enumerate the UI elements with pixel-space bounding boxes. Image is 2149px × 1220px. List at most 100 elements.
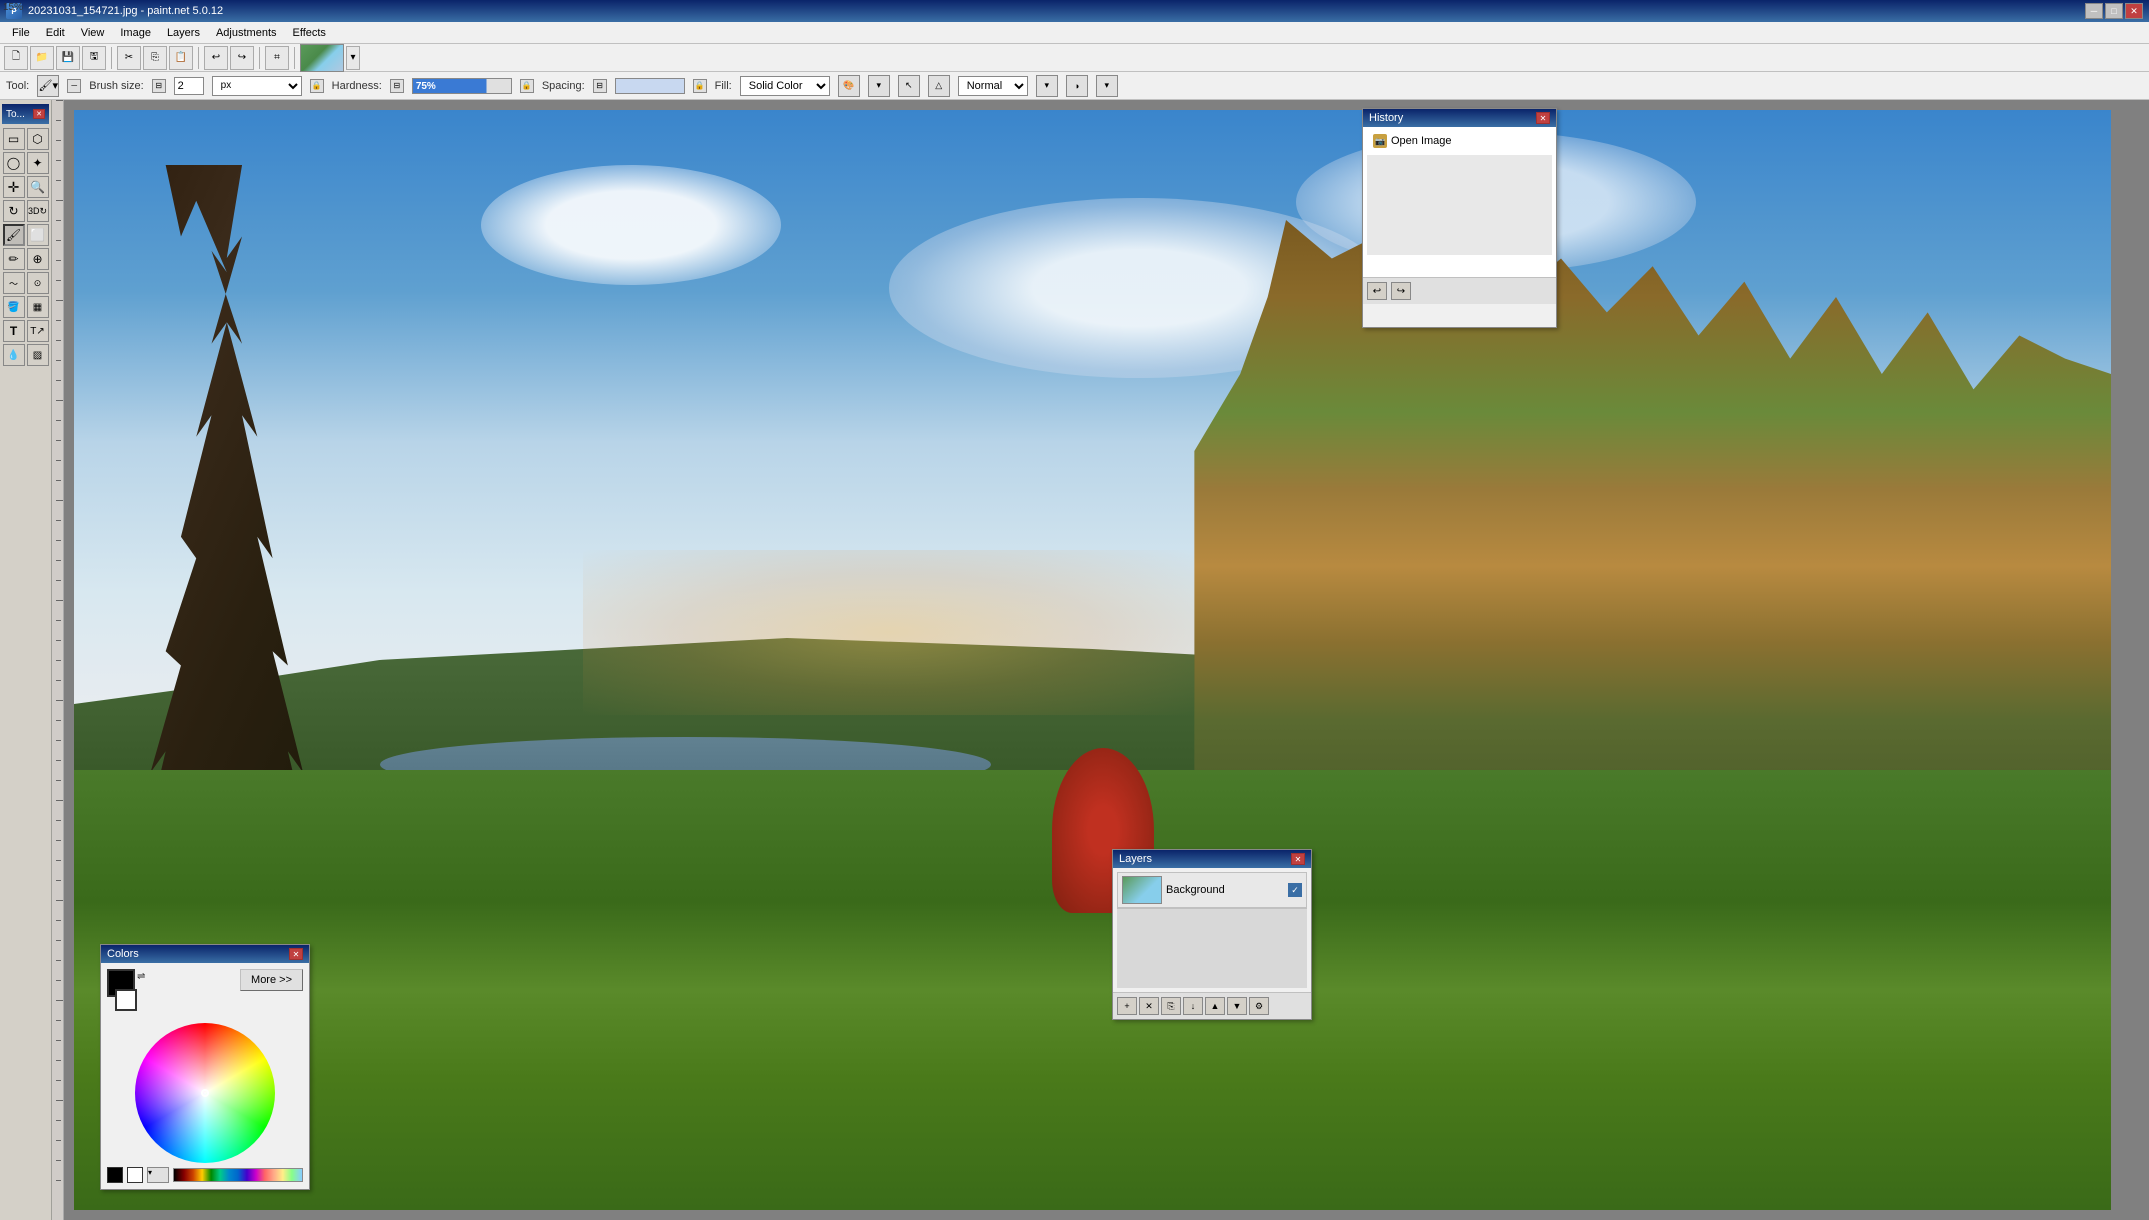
tool-move[interactable]: ✛ [3,176,25,198]
menu-adjustments[interactable]: Adjustments [208,25,285,41]
tool-text[interactable]: T [3,320,25,342]
tool-blur[interactable]: ⊙ [27,272,49,294]
canvas-area[interactable]: Colors ✕ ⇌ More >> [52,100,2149,1220]
layer-duplicate-button[interactable]: ⎘ [1161,997,1181,1015]
brush-size-input[interactable] [174,77,204,95]
tool-row-2: ◯ ✦ [3,152,49,174]
hardness-lock[interactable]: 🔒 [520,79,534,93]
brush-size-select[interactable]: px [212,76,302,96]
layer-merge-button[interactable]: ↓ [1183,997,1203,1015]
paste-button[interactable]: 📋 [169,46,193,70]
history-panel-title: History [1369,112,1403,124]
color-gradient-bar[interactable] [173,1168,303,1182]
tool-smudge[interactable]: 〜 [3,272,25,294]
fill-dropdown[interactable]: Solid Color No Fill Gradient [740,76,830,96]
copy-button[interactable]: ⎘ [143,46,167,70]
opacity-dropdown[interactable]: ▾ [1096,75,1118,97]
layer-item-background[interactable]: Background ✓ [1117,872,1307,908]
swap-colors-button[interactable]: ⇌ [137,971,145,982]
layers-panel-title: Layers [1119,853,1152,865]
hardness-slider[interactable]: 75% [412,78,512,94]
spacing-toggle[interactable]: ⊟ [593,79,607,93]
tool-paintbrush[interactable]: 🖌 [3,224,25,246]
fill-option-1[interactable]: 🎨 [838,75,860,97]
layer-properties-button[interactable]: ⚙ [1249,997,1269,1015]
hardness-label: Hardness: [332,80,382,92]
brush-size-lock[interactable]: 🔒 [310,79,324,93]
spacing-slider[interactable]: 15% [615,78,685,94]
hardness-toggle[interactable]: ⊟ [390,79,404,93]
history-panel-close[interactable]: ✕ [1536,112,1550,124]
tool-zoom[interactable]: 🔍 [27,176,49,198]
tool-eraser[interactable]: ⬜ [27,224,49,246]
blend-option-1[interactable]: ▾ [1036,75,1058,97]
brush-size-label: Brush size: [89,80,143,92]
menu-effects[interactable]: Effects [285,25,334,41]
close-button[interactable]: ✕ [2125,3,2143,19]
history-panel-titlebar[interactable]: History ✕ [1363,109,1556,127]
more-colors-button[interactable]: More >> [240,969,303,991]
tool-rotate[interactable]: ↻ [3,200,25,222]
secondary-color-swatch[interactable] [115,989,137,1011]
tool-gradient[interactable]: ▦ [27,296,49,318]
spacing-lock[interactable]: 🔒 [693,79,707,93]
minimize-button[interactable]: ─ [2085,3,2103,19]
toolbox-close[interactable]: ✕ [33,109,45,119]
colors-panel-titlebar[interactable]: Colors ✕ [101,945,309,963]
brush-size-toggle[interactable]: ⊟ [152,79,166,93]
layer-add-button[interactable]: + [1117,997,1137,1015]
maximize-button[interactable]: □ [2105,3,2123,19]
colors-panel-close[interactable]: ✕ [289,948,303,960]
tool-rectangle-select[interactable]: ▭ [3,128,25,150]
redo-button[interactable]: ↪ [230,46,254,70]
layer-down-button[interactable]: ▼ [1227,997,1247,1015]
menu-layers[interactable]: Layers [159,25,208,41]
history-redo-button[interactable]: ↪ [1391,282,1411,300]
image-preview-thumbnail[interactable] [300,44,344,72]
brush-size-dec[interactable]: ─ [67,79,81,93]
tool-clone-stamp[interactable]: ⊕ [27,248,49,270]
color-wheel[interactable] [135,1023,275,1163]
fill-option-2[interactable]: ▾ [868,75,890,97]
thumbnail-dropdown[interactable]: ▾ [346,46,360,70]
color-set-btn[interactable]: ▾ [147,1167,169,1183]
tool-shapes[interactable]: T↗ [27,320,49,342]
black-swatch[interactable] [107,1167,123,1183]
save-as-button[interactable]: 🖫 [82,46,106,70]
menu-edit[interactable]: Edit [38,25,73,41]
crop-button[interactable]: ⌗ [265,46,289,70]
layers-panel-close[interactable]: ✕ [1291,853,1305,865]
white-swatch[interactable] [127,1167,143,1183]
undo-button[interactable]: ↩ [204,46,228,70]
tool-free-select[interactable]: ⬡ [27,128,49,150]
history-undo-button[interactable]: ↩ [1367,282,1387,300]
tool-pencil[interactable]: ✏ [3,248,25,270]
tool-ellipse-select[interactable]: ◯ [3,152,25,174]
tool-magic-wand[interactable]: ✦ [27,152,49,174]
blend-mode-dropdown[interactable]: Normal Multiply Screen Overlay [958,76,1028,96]
layer-up-button[interactable]: ▲ [1205,997,1225,1015]
window-title: 20231031_154721.jpg - paint.net 5.0.12 [28,5,223,17]
vertical-ruler [52,100,64,1220]
fill-option-4[interactable]: △ [928,75,950,97]
menu-view[interactable]: View [73,25,113,41]
save-button[interactable]: 💾 [56,46,80,70]
opacity-picker[interactable]: ◑ [1066,75,1088,97]
history-item-open-image[interactable]: 📷 Open Image [1367,131,1552,151]
open-button[interactable]: 📁 [30,46,54,70]
canvas-image[interactable] [74,110,2111,1210]
tool-select-button[interactable]: 🖌▾ [37,75,59,97]
layer-delete-button[interactable]: ✕ [1139,997,1159,1015]
tool-bucket[interactable]: 🪣 [3,296,25,318]
tool-color-fill[interactable]: ▨ [27,344,49,366]
cut-button[interactable]: ✂ [117,46,141,70]
menu-image[interactable]: Image [112,25,159,41]
color-bottom-row: ▾ [107,1167,303,1183]
main-area: To... ✕ ▭ ⬡ ◯ ✦ ✛ 🔍 ↻ 3D↻ 🖌 ⬜ ✏ ⊕ 〜 [0,100,2149,1220]
fill-option-3[interactable]: ↖ [898,75,920,97]
layer-visibility-check[interactable]: ✓ [1288,883,1302,897]
layers-panel-titlebar[interactable]: Layers ✕ [1113,850,1311,868]
layer-toolbar: + ✕ ⎘ ↓ ▲ ▼ ⚙ [1113,992,1311,1019]
tool-3d-rotate[interactable]: 3D↻ [27,200,49,222]
tool-color-picker[interactable]: 💧 [3,344,25,366]
